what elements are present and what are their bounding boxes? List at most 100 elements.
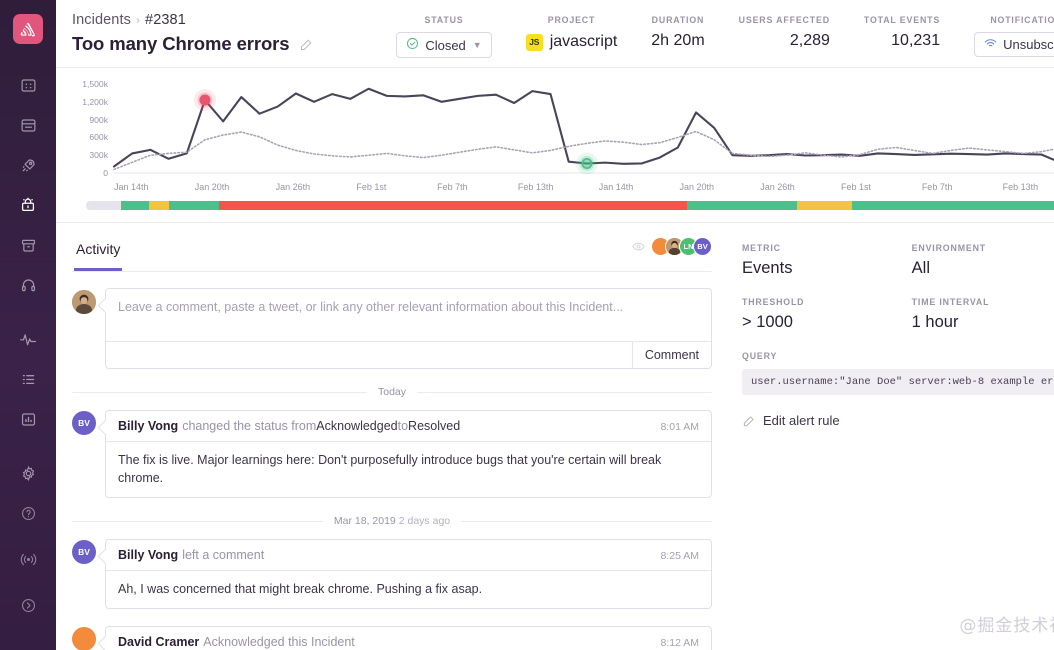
status-segment[interactable]	[797, 201, 852, 210]
stat-users-affected-label: USERS AFFECTED	[739, 15, 830, 25]
incident-resolved-marker[interactable]	[582, 159, 591, 168]
tab-activity[interactable]: Activity	[74, 237, 122, 271]
chart-x-tick: Jan 14th	[599, 182, 680, 192]
title-row: Too many Chrome errors	[72, 33, 314, 55]
watcher-avatar-bv[interactable]: BV	[693, 237, 712, 256]
sidebar-item-issues[interactable]	[11, 110, 45, 140]
unsubscribe-label: Unsubscribe	[1003, 37, 1054, 52]
stat-status-label: STATUS	[396, 15, 491, 25]
activity-action: changed the status from	[182, 419, 316, 433]
chart-x-tick: Jan 14th	[114, 182, 195, 192]
comment-composer-row: Comment	[72, 288, 712, 369]
alert-field-value: All	[912, 259, 1054, 278]
alert-field-value: > 1000	[742, 313, 912, 332]
eye-icon[interactable]	[632, 241, 645, 252]
status-segment[interactable]	[687, 201, 797, 210]
stat-notifications-label: NOTIFICATIONS	[974, 15, 1054, 25]
alert-field-label: ENVIRONMENT	[912, 243, 1054, 253]
status-segment[interactable]	[149, 201, 169, 210]
sidebar-item-settings[interactable]	[11, 458, 45, 488]
help-question-icon[interactable]	[11, 498, 45, 528]
chart-x-tick: Feb 13th	[1003, 182, 1054, 192]
chart-x-tick: Feb 13th	[518, 182, 599, 192]
incident-status-timeline[interactable]	[86, 201, 1054, 210]
stat-total-events-label: TOTAL EVENTS	[864, 15, 940, 25]
unsubscribe-button[interactable]: Unsubscribe	[974, 32, 1054, 57]
chart-x-tick: Jan 26th	[760, 182, 841, 192]
edit-alert-rule-link[interactable]: Edit alert rule	[742, 413, 1054, 428]
app-root: Incidents›#2381 Too many Chrome errors S…	[0, 0, 1054, 650]
pencil-edit-icon	[742, 414, 756, 428]
divider-label: Mar 18, 20192 days ago	[323, 515, 461, 527]
project-link[interactable]: JS javascript	[526, 33, 618, 51]
stat-duration-label: DURATION	[651, 15, 704, 25]
status-segment[interactable]	[86, 201, 121, 210]
sidebar-item-incidents[interactable]	[11, 190, 45, 220]
pencil-edit-icon[interactable]	[299, 37, 314, 52]
incident-chart: 1,500k1,200k900k600k300k0 Jan 14thJan 20…	[56, 68, 1054, 223]
chart-x-tick: Jan 26th	[276, 182, 357, 192]
activity-item: BVBilly Vongleft a comment8:25 AMAh, I w…	[72, 539, 712, 609]
sidebar-item-support[interactable]	[11, 270, 45, 300]
query-label: QUERY	[742, 351, 1054, 361]
divider-line	[417, 392, 712, 393]
edit-alert-rule-label: Edit alert rule	[763, 413, 840, 428]
stat-status: STATUS Closed ▼	[396, 15, 491, 58]
chart-x-tick: Feb 1st	[356, 182, 437, 192]
activity-author[interactable]: Billy Vong	[118, 419, 178, 433]
watermark: @掘金技术社区	[959, 611, 1054, 636]
sidebar-item-dashboard[interactable]	[11, 70, 45, 100]
activity-action: left a comment	[182, 548, 264, 562]
page-title: Too many Chrome errors	[72, 33, 289, 55]
watchers-list: LNBV	[632, 237, 712, 264]
sidebar-item-reports[interactable]	[11, 404, 45, 434]
author-avatar[interactable]	[72, 627, 96, 650]
alert-field: METRICEvents	[742, 243, 912, 278]
activity-action: Acknowledged this Incident	[203, 635, 354, 649]
sentry-logo-icon[interactable]	[13, 14, 43, 44]
chart-x-tick: Feb 7th	[922, 182, 1003, 192]
author-avatar[interactable]: BV	[72, 540, 96, 564]
query-section: QUERY user.username:"Jane Doe" server:we…	[742, 351, 1054, 395]
stat-notifications: NOTIFICATIONS Unsubscribe	[974, 15, 1054, 57]
chart-y-tick: 600k	[89, 132, 114, 142]
author-avatar[interactable]: BV	[72, 411, 96, 435]
chart-y-tick: 0	[103, 168, 114, 178]
breadcrumb-incidents-link[interactable]: Incidents	[72, 12, 131, 28]
divider-relative-time: 2 days ago	[399, 515, 450, 527]
incident-header: Incidents›#2381 Too many Chrome errors S…	[56, 0, 1054, 68]
chart-x-tick: Jan 20th	[195, 182, 276, 192]
day-divider: Today	[72, 386, 712, 398]
stat-duration-value: 2h 20m	[651, 32, 704, 50]
chevron-down-icon: ▼	[473, 40, 482, 50]
stat-duration: DURATION 2h 20m	[651, 15, 704, 50]
sidebar-item-archive[interactable]	[11, 230, 45, 260]
broadcast-signal-icon[interactable]	[11, 544, 45, 574]
status-dropdown[interactable]: Closed ▼	[396, 32, 491, 58]
activity-timestamp: 8:01 AM	[650, 421, 699, 433]
divider-line	[461, 521, 712, 522]
comment-submit-button[interactable]: Comment	[632, 342, 711, 368]
breadcrumb: Incidents›#2381	[72, 12, 314, 28]
comment-input[interactable]	[106, 289, 711, 336]
stat-users-affected-value: 2,289	[739, 32, 830, 50]
alert-field-label: TIME INTERVAL	[912, 297, 1054, 307]
incident-start-marker[interactable]	[200, 95, 209, 104]
sidebar-item-activity-list[interactable]	[11, 364, 45, 394]
alert-field: TIME INTERVAL1 hour	[912, 297, 1054, 332]
collapse-chevron-icon[interactable]	[11, 590, 45, 620]
sidebar-item-releases[interactable]	[11, 150, 45, 180]
chart-y-tick: 1,500k	[82, 79, 114, 89]
activity-item: David CramerAcknowledged this Incident8:…	[72, 626, 712, 650]
sidebar-item-health[interactable]	[11, 324, 45, 354]
alert-field: THRESHOLD> 1000	[742, 297, 912, 332]
activity-author[interactable]: Billy Vong	[118, 548, 178, 562]
activity-author[interactable]: David Cramer	[118, 635, 199, 649]
activity-bubble-header: Billy Vongchanged the status from Acknow…	[106, 411, 711, 441]
status-segment[interactable]	[852, 201, 1054, 210]
chart-x-tick: Jan 20th	[679, 182, 760, 192]
status-segment[interactable]	[219, 201, 688, 210]
day-divider: Mar 18, 20192 days ago	[72, 515, 712, 527]
status-segment[interactable]	[121, 201, 149, 210]
status-segment[interactable]	[169, 201, 219, 210]
